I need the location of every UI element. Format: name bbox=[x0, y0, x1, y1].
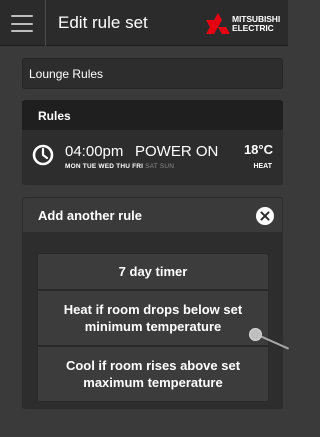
rules-panel-title: Rules bbox=[38, 109, 71, 123]
rules-panel: Rules 04:00pm POWER ON MON TUE WED THU F… bbox=[22, 100, 283, 185]
add-rule-panel: Add another rule 7 day timer Heat if roo… bbox=[22, 197, 283, 409]
option-cool-maximum-temperature[interactable]: Cool if room rises above set maximum tem… bbox=[37, 346, 269, 402]
rule-days-active: MON TUE WED THU FRI bbox=[65, 163, 144, 170]
logo-line-2: ELECTRIC bbox=[232, 23, 274, 33]
option-7-day-timer[interactable]: 7 day timer bbox=[37, 253, 269, 290]
rule-days-inactive: SAT SUN bbox=[145, 163, 175, 170]
rules-panel-header: Rules bbox=[22, 100, 283, 130]
rule-action: POWER ON bbox=[135, 143, 219, 160]
brand-logo-text: MITSUBISHI ELECTRIC bbox=[232, 15, 280, 33]
menu-icon[interactable] bbox=[11, 15, 33, 32]
add-rule-header: Add another rule bbox=[22, 197, 283, 233]
rule-mode: HEAT bbox=[253, 163, 272, 170]
close-icon[interactable] bbox=[256, 207, 274, 225]
rule-set-name-field[interactable] bbox=[22, 58, 283, 89]
header-divider bbox=[45, 0, 46, 46]
rule-time: 04:00pm bbox=[65, 143, 124, 160]
clock-icon bbox=[32, 144, 54, 166]
rule-temperature: 18°C bbox=[243, 142, 273, 157]
rule-days: MON TUE WED THU FRI SAT SUN bbox=[65, 163, 174, 170]
add-rule-title: Add another rule bbox=[38, 208, 143, 223]
option-heat-minimum-temperature[interactable]: Heat if room drops below set minimum tem… bbox=[37, 290, 269, 346]
touch-pointer-dot bbox=[249, 328, 262, 341]
app-header: Edit rule set MITSUBISHI ELECTRIC bbox=[0, 0, 288, 46]
page-title: Edit rule set bbox=[58, 13, 148, 32]
